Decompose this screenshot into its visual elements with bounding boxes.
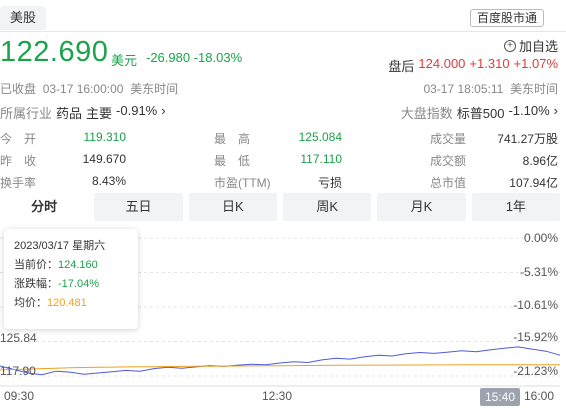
tab-intraday[interactable]: 分时 — [0, 193, 89, 221]
price-tick-label: 125.84 — [0, 331, 37, 345]
add-watchlist-label: 加自选 — [518, 39, 558, 54]
x-tick-label: 16:00 — [524, 389, 555, 403]
index-name: 标普500 — [456, 106, 505, 121]
tab-daily-k[interactable]: 日K — [188, 193, 277, 221]
status-text: 已收盘 — [0, 82, 37, 96]
stat-value: 119.310 — [83, 130, 127, 144]
tab-weekly-k[interactable]: 周K — [282, 193, 372, 221]
chevron-right-icon: › — [161, 103, 166, 118]
source-badge[interactable]: 百度股市通 — [469, 9, 544, 27]
price-line — [0, 346, 561, 376]
period-tabs: 分时 五日 日K 周K 月K 1年 — [0, 193, 566, 225]
pct-tick-label: -5.31% — [519, 265, 558, 279]
change-pct: -18.03% — [193, 50, 243, 65]
stat-value: 149.670 — [82, 152, 126, 166]
stat-value: 亏损 — [317, 176, 342, 190]
pct-tick-label: 0.00% — [523, 231, 558, 245]
stat-row: 换手率 8.43% 市盈(TTM) 亏损 总市值 107.94亿 — [0, 171, 566, 193]
after-hours-price: 124.000 — [418, 56, 466, 71]
average-price-line — [0, 364, 560, 371]
stat-label: 总市值 — [430, 176, 467, 190]
status-time: 03-17 16:00:00 — [42, 82, 124, 96]
industry-sub: 主要 — [86, 106, 113, 121]
stat-label: 市盈(TTM) — [214, 176, 271, 190]
cursor-time-badge: 15:40 — [480, 388, 520, 406]
tooltip-avg: 均价：120.481 — [14, 294, 128, 313]
tab-us-stock[interactable]: 美股 — [0, 6, 47, 30]
stat-label: 今 开 — [0, 132, 37, 146]
industry-pct: -0.91% — [116, 103, 158, 118]
stat-label: 最 高 — [214, 132, 251, 146]
stat-value: 741.27万股 — [497, 132, 558, 146]
tooltip-date: 2023/03/17 星期六 — [14, 240, 106, 252]
price-tick-label: 117.90 — [0, 364, 36, 378]
tab-monthly-k[interactable]: 月K — [377, 193, 466, 221]
currency-label: 美元 — [111, 53, 138, 68]
x-tick-label: 12:30 — [262, 389, 293, 403]
tooltip-change: 涨跌幅：-17.04% — [14, 275, 128, 294]
tooltip-change-label: 涨跌幅： — [14, 278, 58, 290]
pct-tick-label: -15.92% — [513, 330, 558, 344]
tab-1year[interactable]: 1年 — [471, 193, 560, 221]
industry-label: 所属行业 — [0, 106, 53, 121]
index-link[interactable]: 大盘指数 标普500 -1.10% › — [401, 103, 558, 122]
status-tz: 美东时间 — [130, 82, 179, 96]
index-label: 大盘指数 — [400, 106, 453, 121]
stat-value: 125.084 — [298, 130, 342, 144]
stat-label: 成交量 — [430, 132, 467, 146]
stat-label: 成交额 — [430, 154, 467, 168]
add-watchlist-button[interactable]: + 加自选 — [503, 36, 558, 55]
stat-value: 8.43% — [91, 174, 126, 188]
industry-sector: 药品 — [56, 106, 83, 121]
ah-time: 03-17 18:05:11 — [423, 82, 504, 96]
after-hours-time: 03-17 18:05:11 美东时间 — [423, 80, 558, 97]
tooltip-current: 当前价：124.160 — [14, 256, 128, 275]
last-price: 122.690 — [0, 36, 109, 68]
stat-label: 换手率 — [0, 176, 37, 190]
price-change: -26.980 -18.03% — [146, 50, 242, 65]
tab-5day[interactable]: 五日 — [94, 193, 183, 221]
stat-value: 117.110 — [300, 152, 342, 166]
after-hours-change-pct: +1.07% — [513, 56, 558, 71]
tooltip-change-value: -17.04% — [58, 278, 99, 290]
pct-tick-label: -10.61% — [513, 298, 558, 312]
tooltip-avg-label: 均价： — [14, 297, 47, 309]
stat-value: 8.96亿 — [522, 154, 558, 168]
ah-tz: 美东时间 — [509, 82, 558, 96]
change-value: -26.980 — [146, 50, 191, 65]
industry-link[interactable]: 所属行业 药品 主要 -0.91% › — [0, 103, 166, 122]
pct-tick-label: -21.23% — [513, 364, 558, 378]
index-pct: -1.10% — [508, 103, 550, 118]
x-tick-label: 09:30 — [4, 389, 35, 403]
after-hours-label: 盘后 — [388, 59, 415, 74]
stat-label: 最 低 — [214, 154, 251, 168]
stat-row: 昨 收 149.670 最 低 117.110 成交额 8.96亿 — [0, 149, 566, 171]
stat-value: 107.94亿 — [509, 176, 558, 190]
tooltip-current-label: 当前价： — [14, 259, 58, 271]
stats-grid: 今 开 119.310 最 高 125.084 成交量 741.27万股 昨 收… — [0, 127, 566, 193]
after-hours-change: +1.310 — [469, 56, 510, 71]
chart-tooltip: 2023/03/17 星期六 当前价：124.160 涨跌幅：-17.04% 均… — [4, 229, 138, 329]
plus-circle-icon: + — [503, 39, 516, 52]
stat-row: 今 开 119.310 最 高 125.084 成交量 741.27万股 — [0, 127, 566, 149]
chevron-right-icon: › — [553, 103, 558, 118]
market-status: 已收盘 03-17 16:00:00 美东时间 — [0, 80, 178, 97]
stat-label: 昨 收 — [0, 154, 37, 168]
after-hours-quote: 盘后 124.000 +1.310 +1.07% — [388, 56, 558, 75]
tooltip-current-value: 124.160 — [58, 259, 98, 271]
tooltip-avg-value: 120.481 — [47, 297, 87, 309]
market-tabstrip: 美股 百度股市通 — [0, 0, 566, 32]
